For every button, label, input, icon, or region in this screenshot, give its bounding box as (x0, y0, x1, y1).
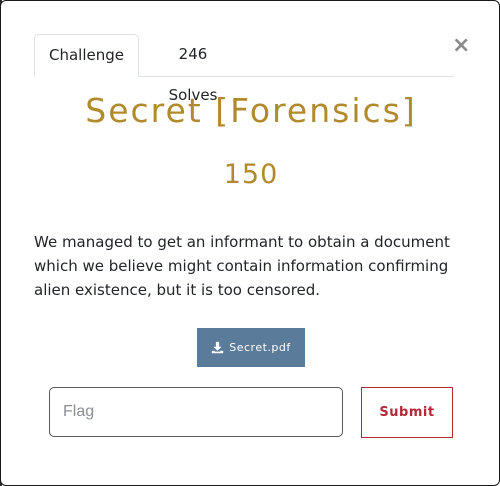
tab-challenge[interactable]: Challenge (34, 34, 139, 77)
challenge-points: 150 (223, 159, 279, 190)
challenge-description: We managed to get an informant to obtain… (34, 233, 450, 299)
close-icon[interactable]: × (452, 35, 470, 57)
flag-input[interactable] (49, 387, 343, 437)
challenge-modal: × Challenge 246 Solves Secret [Forensics… (0, 0, 500, 486)
file-download-label: Secret.pdf (229, 341, 291, 354)
file-download-button[interactable]: Secret.pdf (197, 328, 305, 367)
submit-button[interactable]: Submit (361, 387, 453, 438)
tab-solves[interactable]: 246 Solves (154, 34, 232, 104)
download-icon (212, 341, 224, 354)
challenge-title: Secret [Forensics] (85, 91, 417, 130)
tab-bar: Challenge 246 Solves (34, 34, 454, 104)
